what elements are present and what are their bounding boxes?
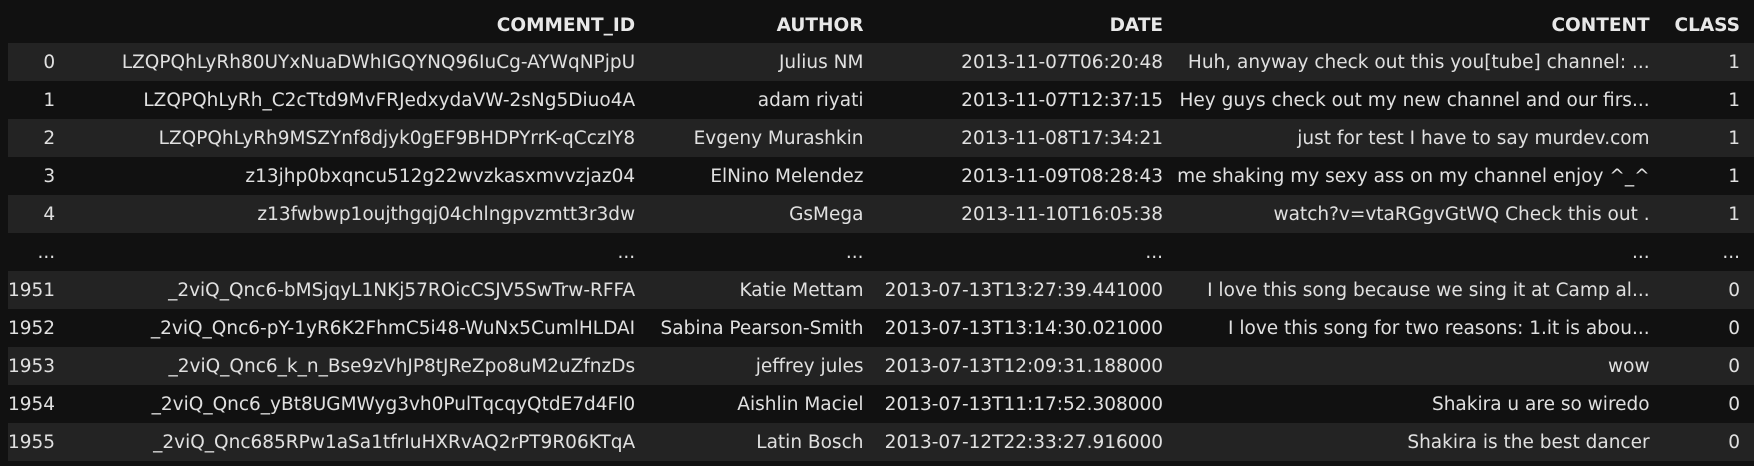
cell-date: 2013-07-13T12:09:31.188000 (877, 347, 1178, 385)
cell-content: Hey guys check out my new channel and ou… (1177, 81, 1664, 119)
cell-date: 2013-07-13T11:17:52.308000 (877, 385, 1178, 423)
cell-date: 2013-11-07T06:20:48 (877, 43, 1178, 81)
cell-author: ... (649, 233, 878, 271)
table-row: 0 LZQPQhLyRh80UYxNuaDWhIGQYNQ96IuCg-AYWqN… (8, 43, 1754, 81)
cell-content: Shakira u are so wiredo (1177, 385, 1664, 423)
cell-author: Latin Bosch (649, 423, 878, 461)
cell-date: 2013-07-12T22:33:27.916000 (877, 423, 1178, 461)
cell-class: 1 (1663, 43, 1754, 81)
row-index: 1953 (8, 347, 70, 385)
table-row: .................. (8, 233, 1754, 271)
column-header-class: CLASS (1663, 7, 1754, 43)
dataframe-table: COMMENT_ID AUTHOR DATE CONTENT CLASS 0 LZ… (8, 7, 1754, 461)
cell-author: adam riyati (649, 81, 878, 119)
column-header-date: DATE (877, 7, 1178, 43)
cell-date: ... (877, 233, 1178, 271)
cell-author: Julius NM (649, 43, 878, 81)
cell-content: wow (1177, 347, 1664, 385)
cell-comment-id: z13fwbwp1oujthgqj04chlngpvzmtt3r3dw (69, 195, 650, 233)
cell-class: 0 (1663, 385, 1754, 423)
cell-comment-id: _2viQ_Qnc6-bMSjqyL1NKj57ROicCSJV5SwTrw-R… (69, 271, 650, 309)
column-header-content: CONTENT (1177, 7, 1664, 43)
row-index: 1951 (8, 271, 70, 309)
row-index: 3 (8, 157, 70, 195)
cell-class: 1 (1663, 195, 1754, 233)
cell-author: jeffrey jules (649, 347, 878, 385)
cell-content: I love this song because we sing it at C… (1177, 271, 1664, 309)
table-row: 1953 _2viQ_Qnc6_k_n_Bse9zVhJP8tJReZpo8uM2… (8, 347, 1754, 385)
table-body: 0 LZQPQhLyRh80UYxNuaDWhIGQYNQ96IuCg-AYWqN… (8, 43, 1754, 461)
cell-content: me shaking my sexy ass on my channel enj… (1177, 157, 1664, 195)
dataframe-output: COMMENT_ID AUTHOR DATE CONTENT CLASS 0 LZ… (8, 7, 1754, 461)
cell-date: 2013-11-10T16:05:38 (877, 195, 1178, 233)
header-row: COMMENT_ID AUTHOR DATE CONTENT CLASS (8, 7, 1754, 43)
cell-comment-id: _2viQ_Qnc6-pY-1yR6K2FhmC5i48-WuNx5CumlHL… (69, 309, 650, 347)
table-row: 1952 _2viQ_Qnc6-pY-1yR6K2FhmC5i48-WuNx5Cu… (8, 309, 1754, 347)
cell-date: 2013-11-09T08:28:43 (877, 157, 1178, 195)
cell-content: I love this song for two reasons: 1.it i… (1177, 309, 1664, 347)
cell-date: 2013-07-13T13:14:30.021000 (877, 309, 1178, 347)
cell-content: just for test I have to say murdev.com (1177, 119, 1664, 157)
cell-class: 0 (1663, 423, 1754, 461)
column-header-comment-id: COMMENT_ID (69, 7, 650, 43)
cell-date: 2013-11-07T12:37:15 (877, 81, 1178, 119)
table-row: 1954 _2viQ_Qnc6_yBt8UGMWyg3vh0PulTqcqyQtd… (8, 385, 1754, 423)
cell-comment-id: LZQPQhLyRh9MSZYnf8djyk0gEF9BHDPYrrK-qCcz… (69, 119, 650, 157)
cell-class: 1 (1663, 157, 1754, 195)
index-header (8, 7, 70, 43)
cell-author: GsMega (649, 195, 878, 233)
table-row: 1951 _2viQ_Qnc6-bMSjqyL1NKj57ROicCSJV5SwT… (8, 271, 1754, 309)
cell-class: 0 (1663, 309, 1754, 347)
row-index: 0 (8, 43, 70, 81)
cell-class: 0 (1663, 347, 1754, 385)
cell-date: 2013-07-13T13:27:39.441000 (877, 271, 1178, 309)
cell-comment-id: _2viQ_Qnc685RPw1aSa1tfrIuHXRvAQ2rPT9R06K… (69, 423, 650, 461)
cell-comment-id: _2viQ_Qnc6_yBt8UGMWyg3vh0PulTqcqyQtdE7d4… (69, 385, 650, 423)
cell-content: ... (1177, 233, 1664, 271)
cell-class: ... (1663, 233, 1754, 271)
table-row: 2 LZQPQhLyRh9MSZYnf8djyk0gEF9BHDPYrrK-qCc… (8, 119, 1754, 157)
cell-author: Evgeny Murashkin (649, 119, 878, 157)
cell-content: Shakira is the best dancer (1177, 423, 1664, 461)
cell-author: Sabina Pearson-Smith (649, 309, 878, 347)
cell-class: 0 (1663, 271, 1754, 309)
column-header-author: AUTHOR (649, 7, 878, 43)
cell-comment-id: ... (69, 233, 650, 271)
cell-content: Huh, anyway check out this you[tube] cha… (1177, 43, 1664, 81)
cell-author: Katie Mettam (649, 271, 878, 309)
row-index: 2 (8, 119, 70, 157)
cell-author: ElNino Melendez (649, 157, 878, 195)
cell-author: Aishlin Maciel (649, 385, 878, 423)
cell-comment-id: LZQPQhLyRh80UYxNuaDWhIGQYNQ96IuCg-AYWqNP… (69, 43, 650, 81)
table-row: 1955 _2viQ_Qnc685RPw1aSa1tfrIuHXRvAQ2rPT9… (8, 423, 1754, 461)
row-index: ... (8, 233, 70, 271)
cell-comment-id: LZQPQhLyRh_C2cTtd9MvFRJedxydaVW-2sNg5Diu… (69, 81, 650, 119)
table-row: 4 z13fwbwp1oujthgqj04chlngpvzmtt3r3dw GsMe… (8, 195, 1754, 233)
cell-comment-id: _2viQ_Qnc6_k_n_Bse9zVhJP8tJReZpo8uM2uZfn… (69, 347, 650, 385)
row-index: 4 (8, 195, 70, 233)
row-index: 1955 (8, 423, 70, 461)
table-row: 1 LZQPQhLyRh_C2cTtd9MvFRJedxydaVW-2sNg5Di… (8, 81, 1754, 119)
row-index: 1952 (8, 309, 70, 347)
table-header: COMMENT_ID AUTHOR DATE CONTENT CLASS (8, 7, 1754, 43)
cell-comment-id: z13jhp0bxqncu512g22wvzkasxmvvzjaz04 (69, 157, 650, 195)
cell-class: 1 (1663, 81, 1754, 119)
cell-content: watch?v=vtaRGgvGtWQ Check this out . (1177, 195, 1664, 233)
row-index: 1954 (8, 385, 70, 423)
cell-class: 1 (1663, 119, 1754, 157)
table-row: 3 z13jhp0bxqncu512g22wvzkasxmvvzjaz04 ElNi… (8, 157, 1754, 195)
row-index: 1 (8, 81, 70, 119)
cell-date: 2013-11-08T17:34:21 (877, 119, 1178, 157)
